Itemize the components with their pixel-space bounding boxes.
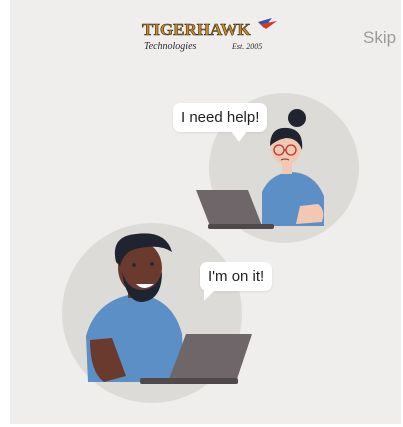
customer-speech-bubble: I need help! xyxy=(173,103,268,142)
agent-speech-bubble: I'm on it! xyxy=(200,262,273,301)
support-illustration xyxy=(62,93,359,403)
hair-bun xyxy=(288,109,306,127)
